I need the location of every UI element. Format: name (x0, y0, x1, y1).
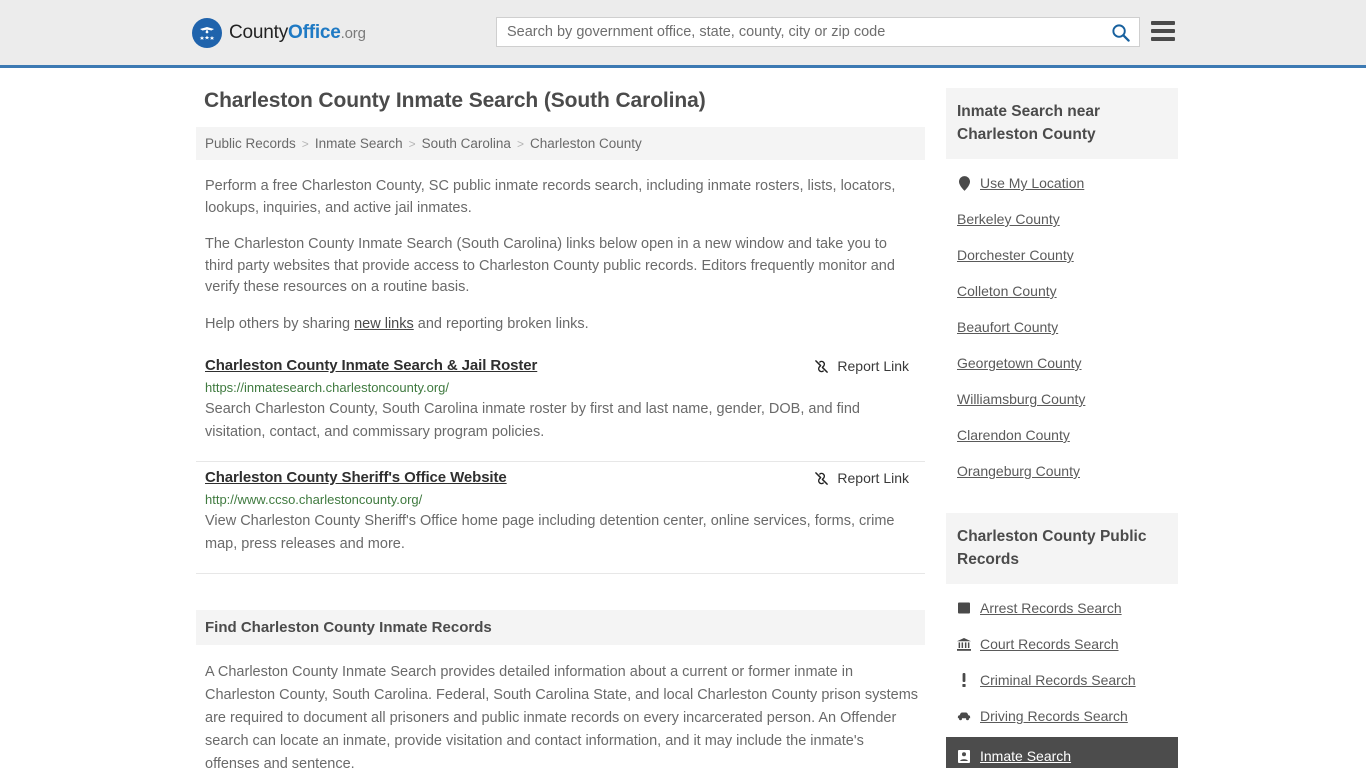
result-url[interactable]: https://inmatesearch.charlestoncounty.or… (205, 380, 916, 395)
new-links-link[interactable]: new links (354, 316, 414, 332)
sidebar-link-label[interactable]: Beaufort County (957, 319, 1058, 335)
sidebar-records-box: Charleston County Public Records Arrest … (946, 513, 1178, 768)
site-logo[interactable]: CountyOffice.org (192, 17, 366, 48)
result-item: Charleston County Inmate Search & Jail R… (196, 350, 925, 462)
breadcrumb-item-south-carolina[interactable]: South Carolina (422, 136, 511, 151)
broken-link-icon (815, 359, 829, 373)
hamburger-bar (1151, 29, 1175, 33)
sidebar-item-court-records-search[interactable]: Court Records Search (946, 626, 1178, 662)
sidebar-link-label[interactable]: Orangeburg County (957, 463, 1080, 479)
report-link-button[interactable]: Report Link (814, 358, 916, 374)
sidebar-records-list: Arrest Records Search Court Records Sear… (946, 590, 1178, 768)
sidebar-link-label[interactable]: Clarendon County (957, 427, 1070, 443)
sidebar-item-driving-records-search[interactable]: Driving Records Search (946, 698, 1178, 734)
site-logo-text: CountyOffice.org (229, 22, 366, 44)
sidebar-item-colleton-county[interactable]: Colleton County (946, 273, 1178, 309)
result-description: Search Charleston County, South Carolina… (205, 401, 860, 440)
sidebar-link-label[interactable]: Berkeley County (957, 211, 1060, 227)
sidebar-link-label[interactable]: Inmate Search (980, 748, 1071, 764)
sidebar-item-clarendon-county[interactable]: Clarendon County (946, 417, 1178, 453)
breadcrumb-item-public-records[interactable]: Public Records (205, 136, 296, 151)
breadcrumb-item-inmate-search[interactable]: Inmate Search (315, 136, 403, 151)
exclamation-icon (957, 673, 971, 687)
sidebar-item-georgetown-county[interactable]: Georgetown County (946, 345, 1178, 381)
breadcrumb-separator: > (516, 136, 524, 151)
id-card-icon (957, 749, 971, 763)
eagle-seal-icon (192, 17, 222, 48)
car-icon (957, 711, 971, 721)
search-icon (1111, 23, 1130, 42)
sidebar-item-beaufort-county[interactable]: Beaufort County (946, 309, 1178, 345)
section-body-text: A Charleston County Inmate Search provid… (205, 664, 919, 768)
sidebar-link-label[interactable]: Use My Location (980, 175, 1084, 191)
sidebar-item-dorchester-county[interactable]: Dorchester County (946, 237, 1178, 273)
sidebar-link-label[interactable]: Williamsburg County (957, 391, 1085, 407)
sidebar-link-label[interactable]: Colleton County (957, 283, 1057, 299)
sidebar-item-arrest-records-search[interactable]: Arrest Records Search (946, 590, 1178, 626)
result-title-link[interactable]: Charleston County Inmate Search & Jail R… (205, 357, 537, 374)
breadcrumb-item-charleston-county[interactable]: Charleston County (530, 136, 642, 151)
page-title: Charleston County Inmate Search (South C… (204, 89, 706, 112)
broken-link-icon (815, 471, 829, 485)
search-button[interactable] (1101, 18, 1139, 46)
search-input[interactable] (497, 18, 1101, 46)
sidebar-link-label[interactable]: Georgetown County (957, 355, 1082, 371)
sidebar-near-box: Inmate Search near Charleston County Use… (946, 88, 1178, 489)
sidebar-near-heading: Inmate Search near Charleston County (946, 88, 1178, 159)
hamburger-bar (1151, 37, 1175, 41)
report-link-button[interactable]: Report Link (814, 470, 916, 486)
share-paragraph: Help others by sharing new links and rep… (196, 314, 925, 336)
report-link-label: Report Link (837, 470, 909, 486)
share-prefix: Help others by sharing (205, 315, 355, 332)
intro-paragraph-1: Perform a free Charleston County, SC pub… (205, 178, 896, 216)
sidebar: Inmate Search near Charleston County Use… (946, 88, 1178, 768)
sidebar-item-orangeburg-county[interactable]: Orangeburg County (946, 453, 1178, 489)
square-badge-icon (957, 602, 971, 614)
search-bar (496, 17, 1140, 47)
section-heading: Find Charleston County Inmate Records (196, 610, 925, 645)
sidebar-link-label[interactable]: Driving Records Search (980, 708, 1128, 724)
sidebar-link-label[interactable]: Arrest Records Search (980, 600, 1122, 616)
report-link-label: Report Link (837, 358, 909, 374)
result-description: View Charleston County Sheriff's Office … (205, 513, 895, 552)
sidebar-item-use-my-location[interactable]: Use My Location (946, 165, 1178, 201)
sidebar-item-williamsburg-county[interactable]: Williamsburg County (946, 381, 1178, 417)
breadcrumb: Public Records > Inmate Search > South C… (196, 127, 925, 160)
courthouse-icon (957, 637, 971, 651)
page-container: Charleston County Inmate Search (South C… (0, 68, 1366, 768)
hamburger-menu-icon[interactable] (1151, 20, 1175, 42)
intro-paragraph-2: The Charleston County Inmate Search (Sou… (205, 236, 895, 295)
breadcrumb-separator: > (301, 136, 309, 151)
sidebar-link-label[interactable]: Criminal Records Search (980, 672, 1136, 688)
map-pin-icon (957, 175, 971, 191)
sidebar-link-label[interactable]: Court Records Search (980, 636, 1119, 652)
sidebar-near-list: Use My Location Berkeley County Dorchest… (946, 165, 1178, 489)
result-header: Charleston County Inmate Search & Jail R… (205, 357, 916, 374)
hamburger-bar (1151, 21, 1175, 25)
site-header: CountyOffice.org (0, 0, 1366, 68)
content-layout: Charleston County Inmate Search (South C… (196, 68, 1178, 768)
sidebar-item-inmate-search[interactable]: Inmate Search (946, 737, 1178, 768)
logo-word-office: Office (288, 21, 341, 43)
sidebar-item-berkeley-county[interactable]: Berkeley County (946, 201, 1178, 237)
breadcrumb-separator: > (408, 136, 416, 151)
main-column: Charleston County Inmate Search (South C… (196, 88, 925, 768)
result-header: Charleston County Sheriff's Office Websi… (205, 469, 916, 486)
result-url[interactable]: http://www.ccso.charlestoncounty.org/ (205, 492, 916, 507)
result-title-link[interactable]: Charleston County Sheriff's Office Websi… (205, 469, 507, 486)
result-item: Charleston County Sheriff's Office Websi… (196, 462, 925, 574)
sidebar-records-heading: Charleston County Public Records (946, 513, 1178, 584)
logo-word-county: County (229, 21, 289, 43)
sidebar-link-label[interactable]: Dorchester County (957, 247, 1074, 263)
share-suffix: and reporting broken links. (413, 315, 589, 332)
logo-word-org: .org (340, 24, 366, 42)
sidebar-item-criminal-records-search[interactable]: Criminal Records Search (946, 662, 1178, 698)
